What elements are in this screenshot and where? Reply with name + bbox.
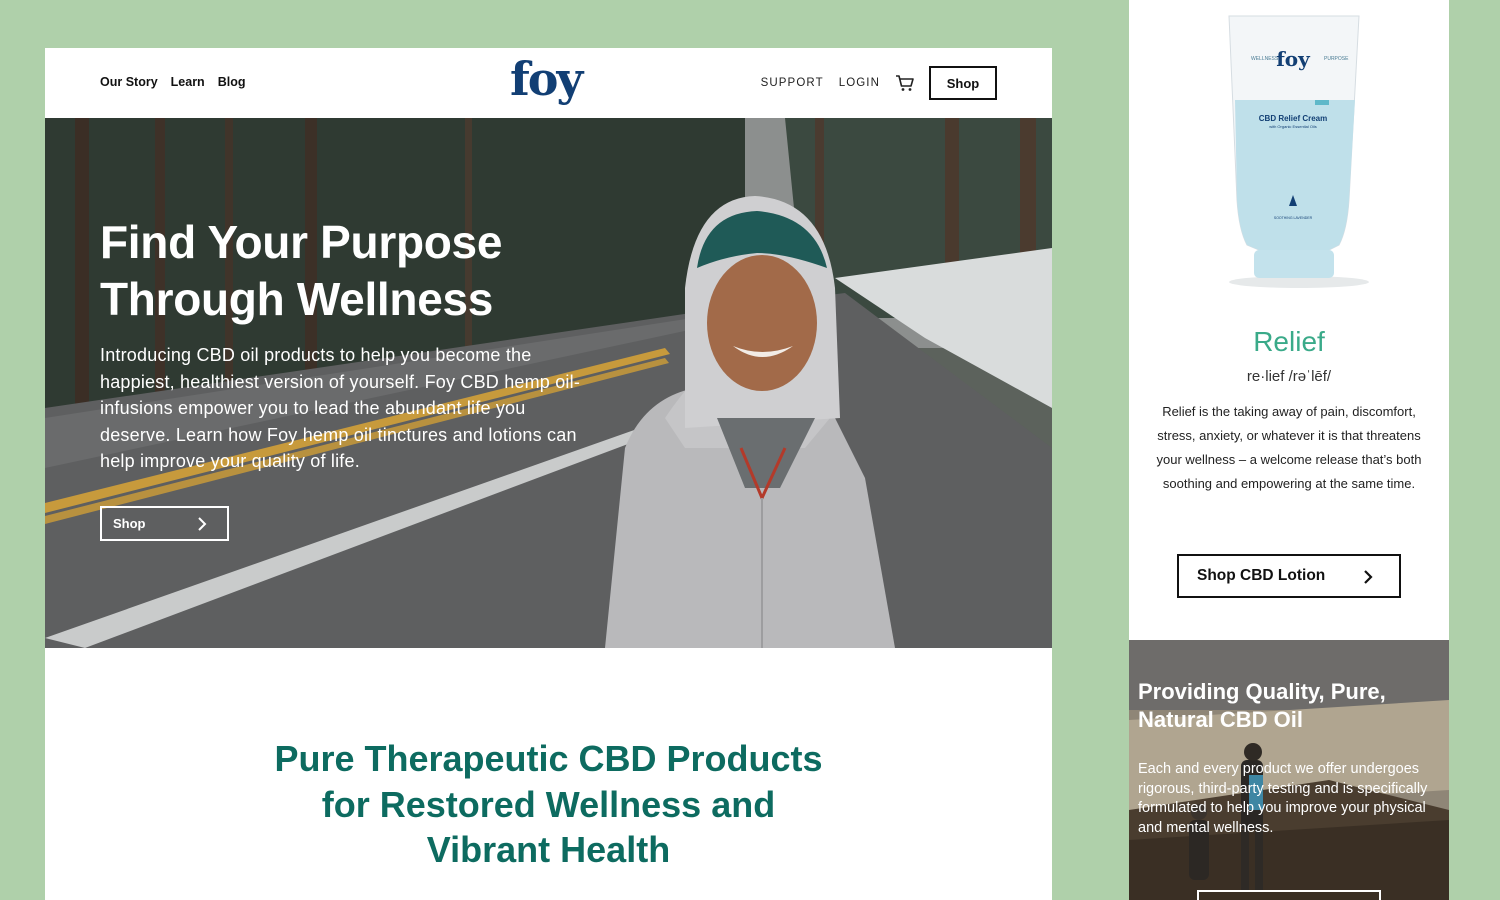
foy-logo[interactable]: foy bbox=[510, 52, 583, 106]
hero-title-line-1: Find Your Purpose bbox=[100, 216, 503, 268]
login-link[interactable]: LOGIN bbox=[839, 77, 880, 89]
hero-body-text: Introducing CBD oil products to help you… bbox=[100, 345, 581, 471]
product-title: Relief bbox=[1253, 326, 1325, 357]
promo-title: Providing Quality, Pure, Natural CBD Oil bbox=[1138, 678, 1438, 734]
nav-link-blog[interactable]: Blog bbox=[218, 75, 246, 89]
nav-link-learn[interactable]: Learn bbox=[171, 75, 205, 89]
cart-icon[interactable] bbox=[895, 73, 915, 93]
cbd-relief-cream-tube[interactable]: WELLNESS PURPOSE foy CBD Relief Cream wi… bbox=[1199, 0, 1379, 300]
section-heading-line-2: for Restored Wellness and bbox=[321, 783, 776, 825]
promo-title-line-1: Providing Quality, Pure, bbox=[1138, 679, 1386, 704]
hero-shop-label: Shop bbox=[113, 516, 146, 531]
tube-product-name: CBD Relief Cream bbox=[1259, 114, 1327, 123]
homepage-mockup: Our Story Learn Blog foy SUPPORT LOGIN S… bbox=[45, 48, 1052, 900]
product-panel: WELLNESS PURPOSE foy CBD Relief Cream wi… bbox=[1129, 0, 1449, 900]
chevron-right-icon bbox=[1364, 570, 1373, 584]
promo-button[interactable] bbox=[1197, 890, 1381, 900]
tube-product-sub: with Organic Essential Oils bbox=[1269, 124, 1317, 129]
nav-shop-button[interactable]: Shop bbox=[929, 66, 997, 100]
nav-links: Our Story Learn Blog bbox=[100, 75, 245, 89]
shop-cbd-lotion-button[interactable]: Shop CBD Lotion bbox=[1177, 554, 1401, 598]
tube-top-left-text: WELLNESS bbox=[1251, 56, 1279, 62]
section-heading-line-3: Vibrant Health bbox=[426, 829, 671, 870]
tube-brand-logo: foy bbox=[1276, 47, 1311, 71]
product-description: Relief is the taking away of pain, disco… bbox=[1156, 404, 1422, 491]
section-heading: Pure Therapeutic CBD Products for Restor… bbox=[45, 736, 1052, 873]
section-heading-line-1: Pure Therapeutic CBD Products bbox=[274, 738, 823, 779]
promo-body-text: Each and every product we offer undergoe… bbox=[1138, 761, 1428, 836]
promo-title-line-2: Natural CBD Oil bbox=[1138, 707, 1304, 732]
tube-scent: SOOTHING LAVENDER bbox=[1274, 216, 1313, 220]
shop-cbd-lotion-label: Shop CBD Lotion bbox=[1197, 567, 1326, 584]
hero-shop-button[interactable]: Shop bbox=[100, 506, 229, 541]
nav-actions: SUPPORT LOGIN Shop bbox=[761, 66, 997, 100]
hero-banner: Find Your Purpose Through Wellness Intro… bbox=[45, 118, 1052, 648]
promo-banner: Providing Quality, Pure, Natural CBD Oil… bbox=[1129, 640, 1449, 900]
chevron-right-icon bbox=[198, 517, 207, 531]
support-link[interactable]: SUPPORT bbox=[761, 77, 824, 89]
tube-top-right-text: PURPOSE bbox=[1324, 56, 1349, 62]
product-phonetic: re·lief /rəˈlēf/ bbox=[1246, 368, 1332, 385]
nav-link-our-story[interactable]: Our Story bbox=[100, 75, 158, 89]
hero-title-line-2: Through Wellness bbox=[100, 273, 494, 325]
top-navigation: Our Story Learn Blog foy SUPPORT LOGIN S… bbox=[45, 48, 1052, 118]
hero-title: Find Your Purpose Through Wellness bbox=[100, 214, 620, 328]
